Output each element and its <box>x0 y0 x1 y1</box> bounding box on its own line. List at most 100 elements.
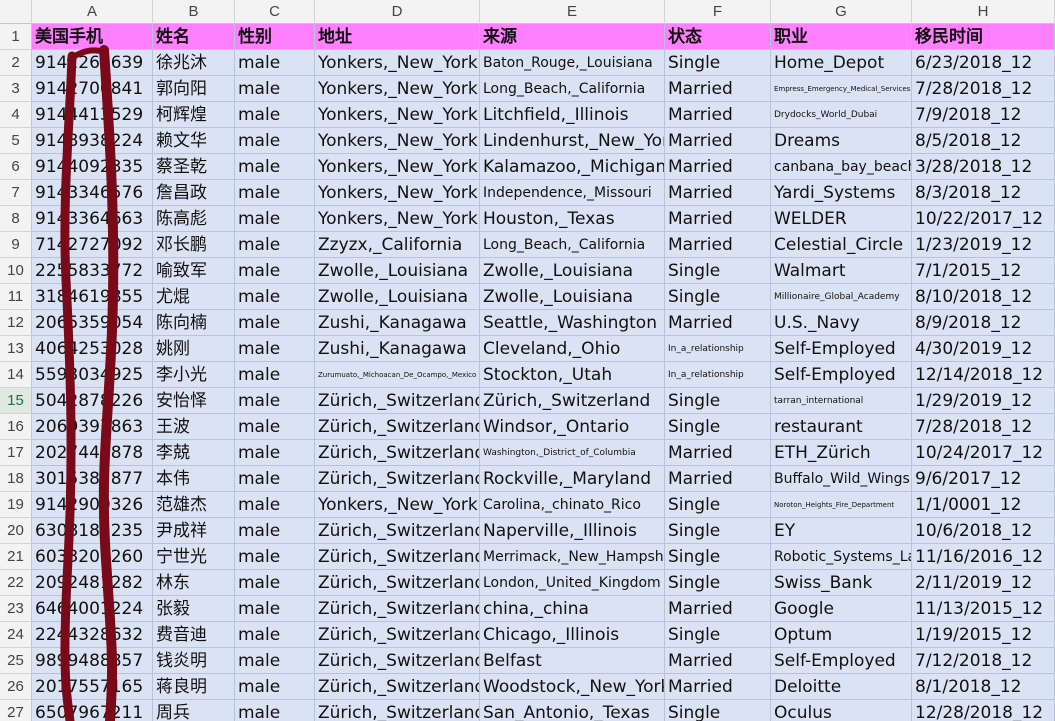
cell-b[interactable]: 林东 <box>153 570 235 596</box>
cell-c[interactable]: male <box>235 154 315 180</box>
cell-c[interactable]: male <box>235 206 315 232</box>
cell-d[interactable]: Yonkers,_New_York <box>315 206 480 232</box>
cell-e[interactable]: Naperville,_Illinois <box>480 518 665 544</box>
cell-d[interactable]: Zürich,_Switzerland <box>315 596 480 622</box>
cell-b[interactable]: 钱炎明 <box>153 648 235 674</box>
cell-h[interactable]: 1/29/2019_12 <box>912 388 1055 414</box>
cell-a[interactable]: 9142700841 <box>32 76 153 102</box>
cell-f[interactable]: Single <box>665 622 771 648</box>
cell-b[interactable]: 安怡怿 <box>153 388 235 414</box>
row-number[interactable]: 27 <box>0 700 32 721</box>
cell-a[interactable]: 2065359054 <box>32 310 153 336</box>
cell-b[interactable]: 赖文华 <box>153 128 235 154</box>
cell-h[interactable]: 8/10/2018_12 <box>912 284 1055 310</box>
cell-f[interactable]: Married <box>665 232 771 258</box>
cell-c[interactable]: male <box>235 50 315 76</box>
cell-c[interactable]: male <box>235 700 315 721</box>
cell-g[interactable]: Google <box>771 596 912 622</box>
cell-b[interactable]: 尹成祥 <box>153 518 235 544</box>
cell-d[interactable]: Yonkers,_New_York <box>315 492 480 518</box>
cell-a[interactable]: 2027443878 <box>32 440 153 466</box>
select-all-corner[interactable] <box>0 0 32 24</box>
cell-d[interactable]: Zushi,_Kanagawa <box>315 310 480 336</box>
cell-b[interactable]: 蒋良明 <box>153 674 235 700</box>
row-number[interactable]: 4 <box>0 102 32 128</box>
cell-d[interactable]: Zürich,_Switzerland <box>315 622 480 648</box>
cell-d[interactable]: Zwolle,_Louisiana <box>315 258 480 284</box>
cell-c[interactable]: male <box>235 648 315 674</box>
cell-c[interactable]: male <box>235 466 315 492</box>
cell-e[interactable]: Lindenhurst,_New_York <box>480 128 665 154</box>
cell-c[interactable]: male <box>235 596 315 622</box>
cell-g[interactable]: Deloitte <box>771 674 912 700</box>
cell-d[interactable]: Zürich,_Switzerland <box>315 544 480 570</box>
cell-c[interactable]: male <box>235 180 315 206</box>
row-number[interactable]: 22 <box>0 570 32 596</box>
cell-d[interactable]: Zushi,_Kanagawa <box>315 336 480 362</box>
cell-b[interactable]: 李兢 <box>153 440 235 466</box>
cell-c[interactable]: male <box>235 492 315 518</box>
cell-a[interactable]: 5042878226 <box>32 388 153 414</box>
cell-b[interactable]: 费音迪 <box>153 622 235 648</box>
cell-e[interactable]: London,_United_Kingdom <box>480 570 665 596</box>
cell-h[interactable]: 1/1/0001_12 <box>912 492 1055 518</box>
cell-d[interactable]: Yonkers,_New_York <box>315 180 480 206</box>
cell-g[interactable]: Empress_Emergency_Medical_Services <box>771 76 912 102</box>
header-cell[interactable]: 美国手机 <box>32 24 153 50</box>
cell-h[interactable]: 7/28/2018_12 <box>912 414 1055 440</box>
cell-d[interactable]: Zürich,_Switzerland <box>315 414 480 440</box>
cell-g[interactable]: U.S._Navy <box>771 310 912 336</box>
row-number[interactable]: 14 <box>0 362 32 388</box>
cell-e[interactable]: Long_Beach,_California <box>480 76 665 102</box>
cell-a[interactable]: 7142727092 <box>32 232 153 258</box>
cell-b[interactable]: 尤焜 <box>153 284 235 310</box>
cell-a[interactable]: 6507967211 <box>32 700 153 721</box>
cell-d[interactable]: Zürich,_Switzerland <box>315 466 480 492</box>
row-number[interactable]: 13 <box>0 336 32 362</box>
row-number[interactable]: 15 <box>0 388 32 414</box>
row-number[interactable]: 19 <box>0 492 32 518</box>
row-number[interactable]: 25 <box>0 648 32 674</box>
header-cell[interactable]: 状态 <box>665 24 771 50</box>
cell-e[interactable]: Merrimack,_New_Hampshire <box>480 544 665 570</box>
cell-e[interactable]: Kalamazoo,_Michigan <box>480 154 665 180</box>
cell-g[interactable]: Celestial_Circle <box>771 232 912 258</box>
cell-f[interactable]: Married <box>665 102 771 128</box>
row-number[interactable]: 23 <box>0 596 32 622</box>
cell-h[interactable]: 7/1/2015_12 <box>912 258 1055 284</box>
cell-h[interactable]: 7/28/2018_12 <box>912 76 1055 102</box>
cell-e[interactable]: Woodstock,_New_York <box>480 674 665 700</box>
cell-g[interactable]: EY <box>771 518 912 544</box>
cell-b[interactable]: 陈向楠 <box>153 310 235 336</box>
cell-b[interactable]: 周兵 <box>153 700 235 721</box>
cell-e[interactable]: Zürich,_Switzerland <box>480 388 665 414</box>
header-cell[interactable]: 来源 <box>480 24 665 50</box>
cell-g[interactable]: Robotic_Systems_Lab <box>771 544 912 570</box>
cell-a[interactable]: 2255833772 <box>32 258 153 284</box>
cell-b[interactable]: 姚刚 <box>153 336 235 362</box>
cell-e[interactable]: Windsor,_Ontario <box>480 414 665 440</box>
cell-d[interactable]: Zürich,_Switzerland <box>315 674 480 700</box>
cell-g[interactable]: Self-Employed <box>771 336 912 362</box>
cell-f[interactable]: Single <box>665 700 771 721</box>
row-number[interactable]: 5 <box>0 128 32 154</box>
cell-c[interactable]: male <box>235 362 315 388</box>
cell-a[interactable]: 2244328632 <box>32 622 153 648</box>
cell-c[interactable]: male <box>235 388 315 414</box>
cell-g[interactable]: Dreams <box>771 128 912 154</box>
cell-a[interactable]: 6464001224 <box>32 596 153 622</box>
cell-c[interactable]: male <box>235 414 315 440</box>
header-cell[interactable]: 职业 <box>771 24 912 50</box>
cell-e[interactable]: Stockton,_Utah <box>480 362 665 388</box>
cell-c[interactable]: male <box>235 622 315 648</box>
cell-g[interactable]: WELDER <box>771 206 912 232</box>
cell-f[interactable]: In_a_relationship <box>665 362 771 388</box>
cell-g[interactable]: Optum <box>771 622 912 648</box>
cell-f[interactable]: Married <box>665 206 771 232</box>
cell-f[interactable]: Married <box>665 76 771 102</box>
cell-h[interactable]: 2/11/2019_12 <box>912 570 1055 596</box>
cell-h[interactable]: 7/12/2018_12 <box>912 648 1055 674</box>
cell-b[interactable]: 郭向阳 <box>153 76 235 102</box>
row-number[interactable]: 21 <box>0 544 32 570</box>
cell-h[interactable]: 8/1/2018_12 <box>912 674 1055 700</box>
